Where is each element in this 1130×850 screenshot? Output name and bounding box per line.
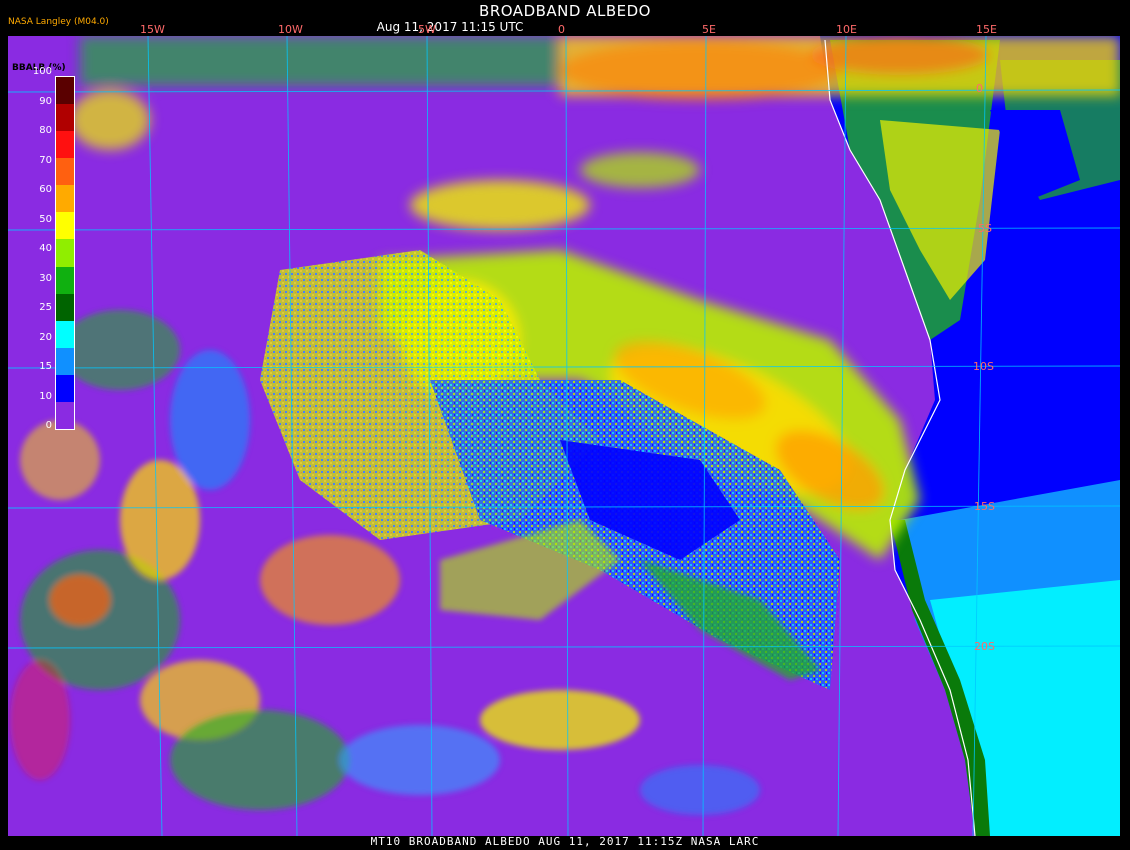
map-title: BROADBAND ALBEDO: [479, 2, 651, 20]
lon-label-15w: 15W: [140, 23, 165, 36]
footer-caption: MT10 BROADBAND ALBEDO AUG 11, 2017 11:15…: [370, 835, 760, 848]
lon-label-10e: 10E: [836, 23, 857, 36]
legend-swatch: [56, 239, 74, 267]
legend-tick-label: 15: [39, 361, 52, 372]
legend-tick-label: 100: [32, 66, 52, 77]
lat-label-5s: 5S: [978, 222, 992, 235]
legend-tick-label: 40: [39, 243, 52, 254]
lon-label-5w: 5W: [418, 23, 436, 36]
legend-tick-label: 80: [39, 125, 52, 136]
legend-tick-label: 90: [39, 95, 52, 107]
legend-tick-label: 25: [39, 302, 52, 313]
legend-swatch: [56, 104, 74, 132]
legend-swatch: [56, 185, 74, 213]
albedo-map: [0, 0, 1130, 850]
legend-swatch: [56, 320, 74, 348]
legend-swatch: [56, 401, 74, 429]
lat-label-10s: 10S: [973, 360, 994, 373]
legend-tick-label: 60: [39, 184, 52, 195]
legend-swatch: [56, 374, 74, 402]
legend-tick-label: 70: [39, 154, 52, 166]
legend-swatch: [56, 131, 74, 159]
legend-tick-label: 0: [45, 420, 52, 431]
legend-swatch: [56, 77, 74, 105]
legend-swatch: [56, 266, 74, 294]
lat-label-15s: 15S: [974, 500, 995, 513]
legend-tick-label: 20: [39, 331, 52, 343]
legend-swatch: [56, 212, 74, 240]
legend-swatch: [56, 347, 74, 375]
lat-label-20s: 20S: [974, 640, 995, 653]
lon-label-0: 0: [558, 23, 565, 36]
color-legend-bar: [55, 76, 75, 430]
legend-tick-label: 30: [39, 272, 52, 284]
map-datetime: Aug 11, 2017 11:15 UTC: [376, 20, 524, 34]
legend-swatch: [56, 158, 74, 186]
legend-tick-label: 10: [39, 390, 52, 402]
lat-label-0: 0: [976, 82, 983, 95]
lon-label-5e: 5E: [702, 23, 716, 36]
legend-swatch: [56, 293, 74, 321]
lon-label-10w: 10W: [278, 23, 303, 36]
lon-label-15e: 15E: [976, 23, 997, 36]
legend-tick-label: 50: [39, 213, 52, 225]
